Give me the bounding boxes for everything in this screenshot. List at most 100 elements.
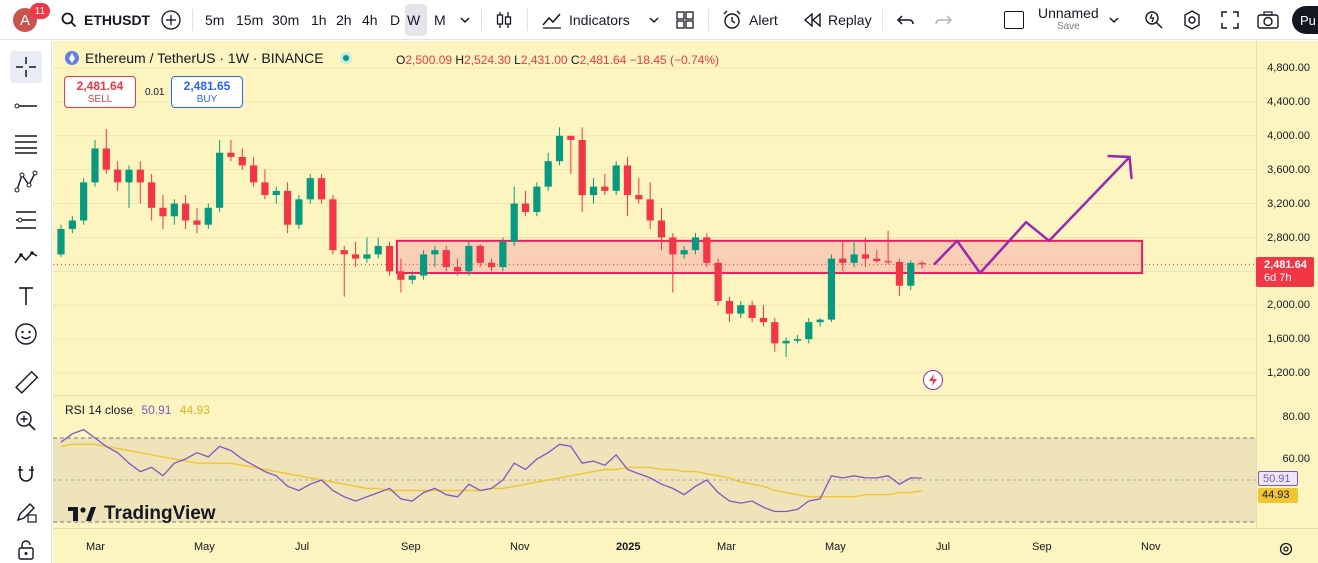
low-value: 2,431.00 <box>520 53 568 67</box>
rsi-ma-value: 44.93 <box>179 403 210 417</box>
rsi-title: RSI 14 close <box>65 403 134 417</box>
price-tick: 3,200.00 <box>1267 198 1310 210</box>
layout-save-label: Save <box>1056 21 1080 32</box>
price-tick: 1,600.00 <box>1267 333 1310 345</box>
spread-value: 0.01 <box>145 87 165 98</box>
lock-drawings-tool[interactable] <box>10 534 42 563</box>
redo-icon <box>935 15 953 25</box>
ohlc-values: O2,500.09 H2,524.30 L2,431.00 C2,481.64 … <box>396 53 719 67</box>
timeframe-w-button[interactable]: W <box>405 4 427 36</box>
undo-icon <box>896 15 914 25</box>
axis-settings-button[interactable] <box>1278 541 1294 562</box>
timeframe-5m-button[interactable]: 5m <box>203 4 226 36</box>
layout-square-icon <box>1004 11 1024 29</box>
pattern-tool[interactable] <box>10 166 42 198</box>
time-tick: Nov <box>1141 541 1161 553</box>
settings-button[interactable] <box>1181 0 1203 40</box>
ruler-icon <box>15 370 39 394</box>
quick-search-icon <box>1145 11 1163 29</box>
rsi-ma-tag: 44.93 <box>1258 488 1298 503</box>
fib-tool[interactable] <box>10 128 42 160</box>
indicators-button[interactable]: Indicators <box>541 0 630 40</box>
rsi-value-tag: 50.91 <box>1258 471 1298 486</box>
close-label: C <box>570 53 580 67</box>
toolbar-divider <box>481 9 482 31</box>
fullscreen-button[interactable] <box>1220 0 1240 40</box>
timeframe-15m-button[interactable]: 15m <box>234 4 265 36</box>
layout-name-button[interactable]: Unnamed Save <box>1004 0 1099 40</box>
measure-tool[interactable] <box>10 367 42 399</box>
alert-label: Alert <box>749 12 778 28</box>
time-tick: Sep <box>1032 541 1052 553</box>
alert-button[interactable]: Alert <box>721 0 778 40</box>
price-tick: 2,800.00 <box>1267 232 1310 244</box>
replay-button[interactable]: Replay <box>802 0 872 40</box>
current-price-tag: 2,481.64 6d 7h <box>1256 257 1314 287</box>
timeframe-30m-button[interactable]: 30m <box>270 4 301 36</box>
toolbar-divider <box>527 9 528 31</box>
layout-dropdown[interactable] <box>1108 0 1120 40</box>
rsi-tick: 80.00 <box>1282 411 1310 423</box>
smiley-icon <box>15 323 37 345</box>
timeframe-m-button[interactable]: M <box>432 4 448 36</box>
pencil-lock-icon <box>16 503 37 523</box>
sell-price: 2,481.64 <box>76 79 124 93</box>
lightning-icon <box>929 374 937 386</box>
time-tick: May <box>194 541 215 553</box>
events-button[interactable] <box>923 370 943 390</box>
bar-countdown: 6d 7h <box>1264 272 1292 284</box>
timeframe-d-button[interactable]: D <box>388 4 402 36</box>
tradingview-app: A 11 ETHUSDT 5m 15m 30m 1h 2h 4h D W M Indicator… <box>0 0 1318 563</box>
timeframe-dropdown[interactable] <box>459 0 471 40</box>
trend-line-tool[interactable] <box>10 90 42 122</box>
buy-button[interactable]: 2,481.65 BUY <box>171 76 243 108</box>
low-label: L <box>514 53 521 67</box>
exchange-logo-icon <box>65 51 79 65</box>
indicators-icon <box>542 13 561 29</box>
add-circle-icon <box>161 10 181 30</box>
forecast-tool[interactable] <box>10 204 42 236</box>
layout-grid-icon <box>676 11 694 29</box>
price-tick: 1,200.00 <box>1267 367 1310 379</box>
redo-button[interactable] <box>933 0 953 40</box>
time-tick: Jul <box>936 541 951 553</box>
quick-search-button[interactable] <box>1143 0 1165 40</box>
chevron-down-icon <box>1109 17 1119 24</box>
price-tick: 3,600.00 <box>1267 164 1310 176</box>
publish-button[interactable]: Pu <box>1292 0 1318 40</box>
text-tool[interactable] <box>10 280 42 312</box>
snapshot-button[interactable] <box>1256 0 1280 40</box>
lock-icon <box>18 540 34 560</box>
timeframe-2h-button[interactable]: 2h <box>334 4 354 36</box>
compare-symbol-button[interactable] <box>160 0 182 40</box>
time-tick: Mar <box>717 541 736 553</box>
timeframe-1h-button[interactable]: 1h <box>309 4 329 36</box>
drawing-mode-tool[interactable] <box>10 496 42 528</box>
timeframe-4h-button[interactable]: 4h <box>360 4 380 36</box>
replay-icon <box>803 12 821 28</box>
symbol-label: ETHUSDT <box>84 12 151 28</box>
icon-tool[interactable] <box>10 318 42 350</box>
zoom-tool[interactable] <box>10 405 42 437</box>
symbol-search-button[interactable]: ETHUSDT <box>60 0 150 40</box>
wave-icon <box>14 251 38 264</box>
sell-button[interactable]: 2,481.64 SELL <box>64 76 136 108</box>
symbol-title: Ethereum / TetherUS · 1W · BINANCE <box>85 50 324 66</box>
layouts-button[interactable] <box>675 0 695 40</box>
undo-button[interactable] <box>896 0 916 40</box>
time-tick: Jul <box>295 541 310 553</box>
logo-text: TradingView <box>104 503 216 524</box>
chart-type-button[interactable] <box>494 0 514 40</box>
rsi-value: 50.91 <box>141 403 172 417</box>
magnet-tool[interactable] <box>10 458 42 490</box>
indicators-dropdown[interactable] <box>648 0 660 40</box>
brush-tool[interactable] <box>10 242 42 274</box>
price-tick: 2,000.00 <box>1267 299 1310 311</box>
search-icon <box>61 12 77 28</box>
replay-label: Replay <box>828 12 872 28</box>
high-label: H <box>455 53 465 67</box>
rsi-pane[interactable] <box>53 395 1256 528</box>
time-axis[interactable] <box>53 528 1318 563</box>
crosshair-tool[interactable] <box>10 51 42 83</box>
rsi-tick: 60.00 <box>1282 453 1310 465</box>
